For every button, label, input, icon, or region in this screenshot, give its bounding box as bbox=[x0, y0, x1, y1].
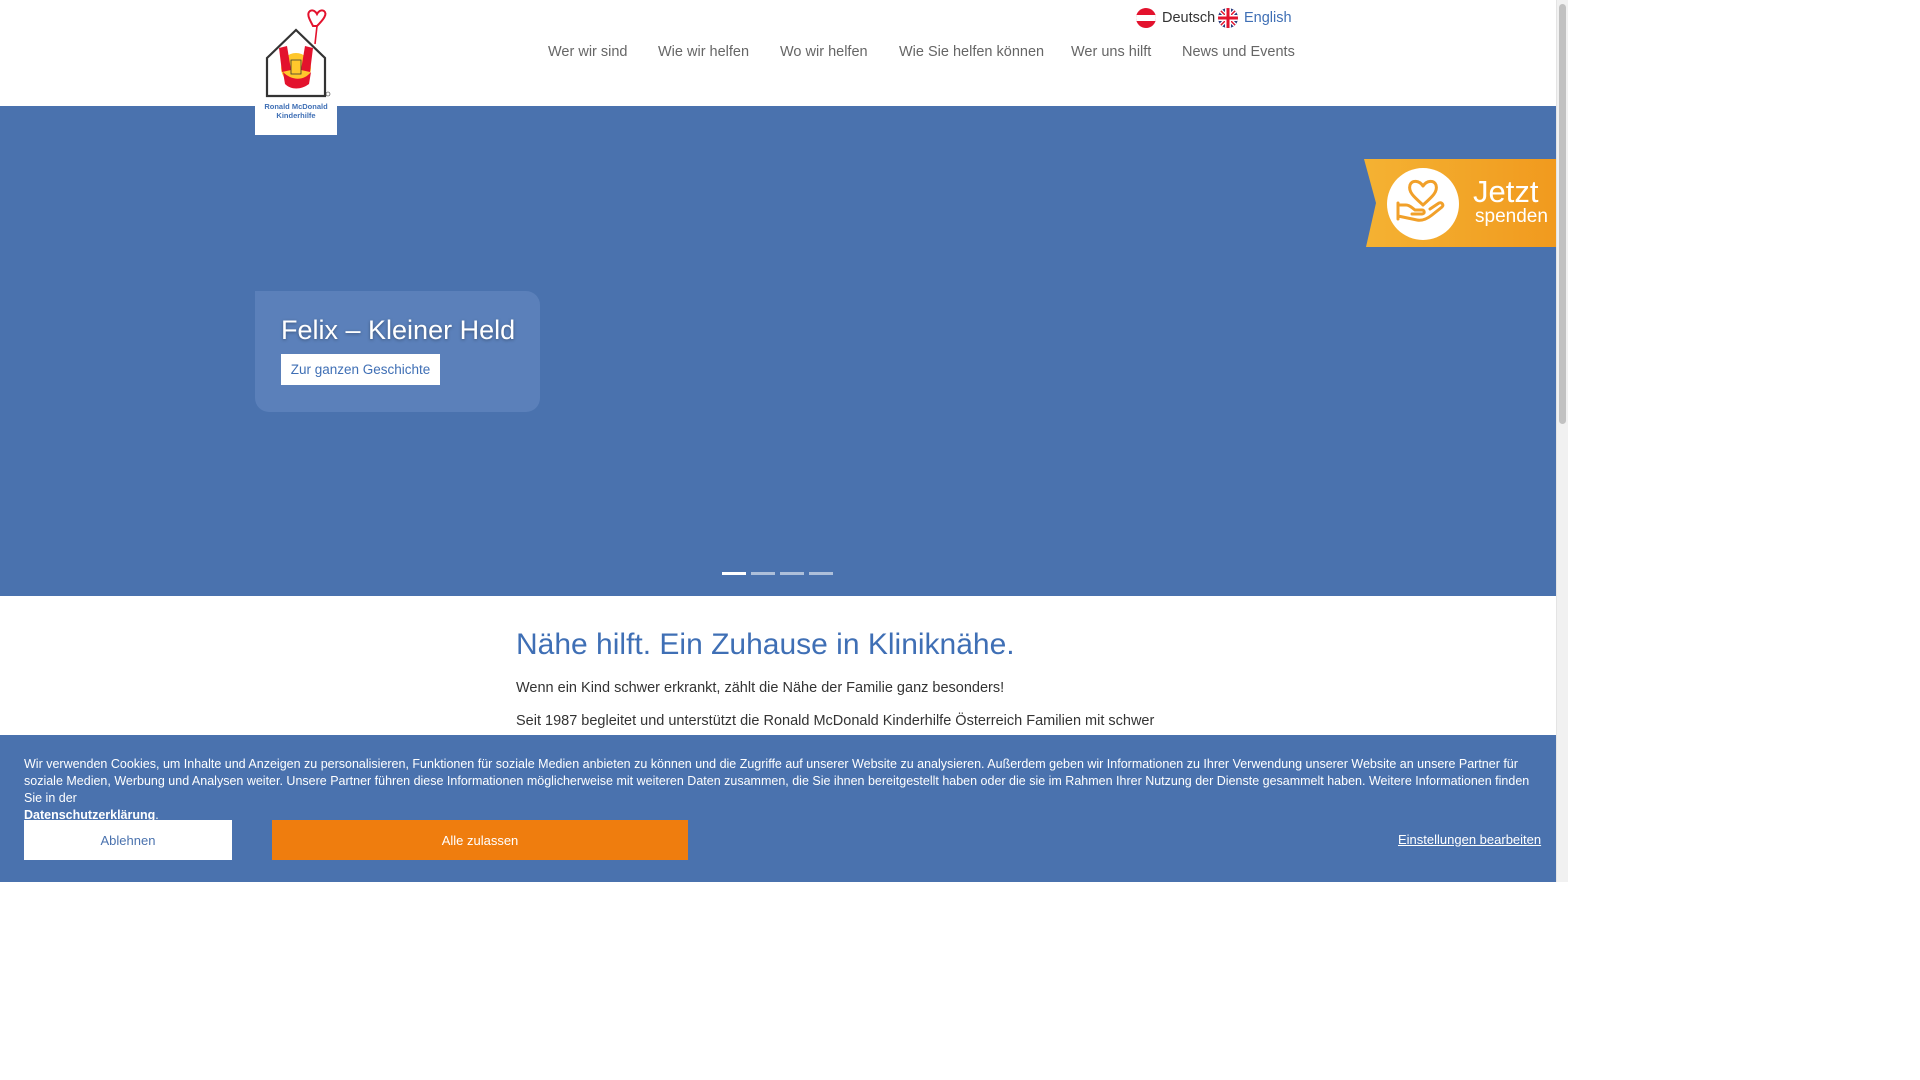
hero-slider: Felix – Kleiner Held Zur ganzen Geschich… bbox=[0, 106, 1556, 596]
scrollbar[interactable] bbox=[1556, 0, 1568, 882]
decline-button[interactable]: Ablehnen bbox=[24, 820, 232, 860]
cookie-text-body: Wir verwenden Cookies, um Inhalte und An… bbox=[24, 757, 1530, 805]
nav-item-wie-sie-helfen-koennen[interactable]: Wie Sie helfen können bbox=[899, 44, 1044, 60]
logo-text: Ronald McDonald Kinderhilfe bbox=[255, 102, 337, 120]
donate-line2: spenden bbox=[1475, 206, 1548, 227]
ronald-mcdonald-house-logo-icon bbox=[265, 9, 331, 98]
uk-flag-icon bbox=[1218, 8, 1238, 28]
slider-dot-4[interactable] bbox=[809, 572, 833, 575]
slider-dot-1[interactable] bbox=[722, 572, 746, 575]
language-deutsch-label: Deutsch bbox=[1162, 10, 1216, 26]
cookie-settings-link[interactable]: Einstellungen bearbeiten bbox=[1398, 832, 1541, 847]
logo-text-line1: Ronald McDonald bbox=[264, 102, 328, 111]
slider-dots bbox=[722, 572, 833, 575]
main-nav: Wer wir sind Wie wir helfen Wo wir helfe… bbox=[548, 44, 1295, 64]
austria-flag-icon bbox=[1136, 8, 1156, 28]
nav-item-wer-wir-sind[interactable]: Wer wir sind bbox=[548, 44, 628, 60]
slider-dot-2[interactable] bbox=[751, 572, 775, 575]
scrollbar-thumb[interactable] bbox=[1559, 4, 1566, 424]
site-header: Ronald McDonald Kinderhilfe Deutsch Engl… bbox=[0, 0, 1556, 135]
story-button[interactable]: Zur ganzen Geschichte bbox=[281, 354, 440, 385]
logo[interactable]: Ronald McDonald Kinderhilfe bbox=[255, 0, 337, 135]
story-title: Felix – Kleiner Held bbox=[281, 315, 516, 345]
donate-button[interactable]: Jetzt spenden bbox=[1362, 159, 1556, 249]
cookie-banner: Wir verwenden Cookies, um Inhalte und An… bbox=[0, 735, 1556, 882]
nav-item-wo-wir-helfen[interactable]: Wo wir helfen bbox=[780, 44, 868, 60]
language-english-label: English bbox=[1244, 10, 1292, 26]
intro-paragraph-2: Seit 1987 begleitet und unterstützt die … bbox=[516, 713, 1155, 729]
slider-dot-3[interactable] bbox=[780, 572, 804, 575]
story-card: Felix – Kleiner Held Zur ganzen Geschich… bbox=[255, 291, 540, 412]
page: Ronald McDonald Kinderhilfe Deutsch Engl… bbox=[0, 0, 1556, 882]
accept-all-button[interactable]: Alle zulassen bbox=[272, 820, 688, 860]
language-deutsch[interactable]: Deutsch bbox=[1136, 8, 1215, 28]
intro-title: Nähe hilft. Ein Zuhause in Kliniknähe. bbox=[516, 628, 1015, 661]
nav-item-news-und-events[interactable]: News und Events bbox=[1182, 44, 1295, 60]
logo-text-line2: Kinderhilfe bbox=[276, 111, 316, 120]
intro-paragraph-1: Wenn ein Kind schwer erkrankt, zählt die… bbox=[516, 680, 1005, 696]
cookie-text: Wir verwenden Cookies, um Inhalte und An… bbox=[24, 756, 1534, 824]
nav-item-wer-uns-hilft[interactable]: Wer uns hilft bbox=[1071, 44, 1151, 60]
language-english[interactable]: English bbox=[1218, 8, 1292, 28]
donate-line1: Jetzt bbox=[1473, 174, 1539, 209]
nav-item-wie-wir-helfen[interactable]: Wie wir helfen bbox=[658, 44, 749, 60]
